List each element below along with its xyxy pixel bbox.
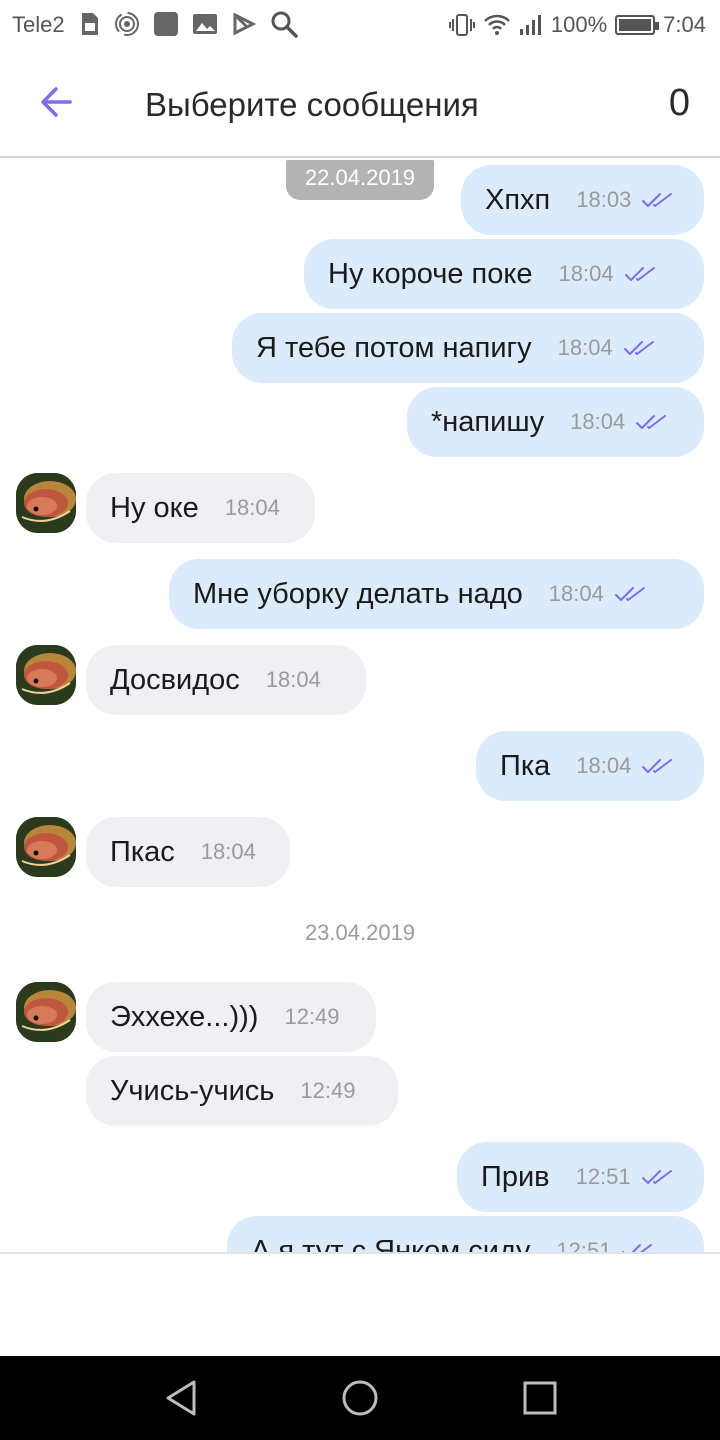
search-icon [271,11,298,38]
incoming-message[interactable]: Досвидос 18:04 [86,645,366,715]
message-text: Мне уборку делать надо [193,577,523,610]
message-time: 18:03 [576,187,632,212]
read-receipt-icon [622,1244,653,1252]
read-receipt-icon [623,341,654,355]
message-time: 18:04 [576,753,632,778]
outgoing-message[interactable]: А я тут с Янком сиду 12:51 [227,1216,704,1252]
incoming-message[interactable]: Эххехе...))) 12:49 [86,982,376,1052]
message-text: Учись-учись [110,1074,275,1107]
contact-avatar[interactable] [16,817,76,877]
home-circle-icon[interactable] [340,1378,380,1418]
outgoing-message[interactable]: Прив 12:51 [457,1142,704,1212]
sim-card-icon [82,13,98,35]
back-triangle-icon[interactable] [162,1378,202,1418]
read-receipt-icon [636,415,667,429]
avatar-image [16,817,76,877]
message-text: Пка [500,749,551,782]
message-time: 12:49 [284,1004,340,1029]
message-time: 12:51 [575,1164,631,1189]
message-text: *напишу [431,405,545,438]
clock: 7:04 [663,12,706,37]
hotspot-icon [115,12,139,36]
battery-percent: 100% [550,12,608,37]
message-text: А я тут с Янком сиду [251,1234,531,1253]
incoming-message[interactable]: Учись-учись 12:49 [86,1056,398,1126]
message-text: Прив [481,1160,550,1193]
read-receipt-icon [641,1170,672,1184]
date-separator: 22.04.2019 [286,160,434,200]
message-text: Пкас [110,835,175,868]
notification-icons [80,10,298,38]
status-bar: Tele2 100% 7:04 [0,0,720,50]
message-text: Ну короче поке [328,257,533,290]
outgoing-message[interactable]: *напишу 18:04 [407,387,704,457]
message-text: Я тебе потом напигу [256,331,532,364]
contact-avatar[interactable] [16,473,76,533]
incoming-message[interactable]: Пкас 18:04 [86,817,290,887]
outgoing-message[interactable]: Я тебе потом напигу 18:04 [232,313,704,383]
incoming-message[interactable]: Ну оке 18:04 [86,473,315,543]
selection-header: Выберите сообщения 0 [0,50,720,158]
read-receipt-icon [642,759,673,773]
outgoing-message[interactable]: Пка 18:04 [476,731,704,801]
battery-icon [615,15,660,35]
message-text: Эххехе...))) [110,1000,259,1033]
avatar-image [16,645,76,705]
bottom-panel [0,1252,720,1356]
outgoing-message[interactable]: Хпхп 18:03 [461,165,704,235]
read-receipt-icon [642,193,673,207]
message-list[interactable]: 22.04.2019 23.04.2019 Хпхп 18:03 Ну короче… [0,160,720,1252]
gallery-icon [193,14,217,34]
contact-avatar[interactable] [16,645,76,705]
message-time: 18:04 [224,495,280,520]
arrow-left-icon[interactable] [36,82,76,122]
header-title: Выберите сообщения [145,86,479,123]
app-square-icon [154,12,178,36]
message-time: 12:49 [300,1078,356,1103]
battery-fill [619,19,652,31]
signal-icon [519,15,541,35]
message-time: 18:04 [557,335,613,360]
outgoing-message[interactable]: Мне уборку делать надо 18:04 [169,559,704,629]
message-time: 18:04 [570,409,626,434]
message-text: Хпхп [485,183,551,216]
message-text: Ну оке [110,491,199,524]
message-time: 18:04 [548,581,604,606]
message-time: 18:04 [558,261,614,286]
vibrate-icon [448,14,475,36]
carrier-label: Tele2 [12,12,65,37]
play-store-icon [233,12,256,36]
message-text: Досвидос [110,663,240,696]
outgoing-message[interactable]: Ну короче поке 18:04 [304,239,704,309]
avatar-image [16,473,76,533]
date-separator: 23.04.2019 [304,920,416,945]
wifi-icon [484,14,510,35]
contact-avatar[interactable] [16,982,76,1042]
read-receipt-icon [614,587,645,601]
message-time: 18:04 [265,667,321,692]
avatar-image [16,982,76,1042]
message-time: 18:04 [200,839,256,864]
selected-count: 0 [668,82,690,124]
recents-square-icon[interactable] [520,1378,560,1418]
message-time: 12:51 [556,1238,612,1252]
read-receipt-icon [624,267,655,281]
navigation-bar [0,1356,720,1440]
system-icons: 100% 7:04 [448,12,706,38]
